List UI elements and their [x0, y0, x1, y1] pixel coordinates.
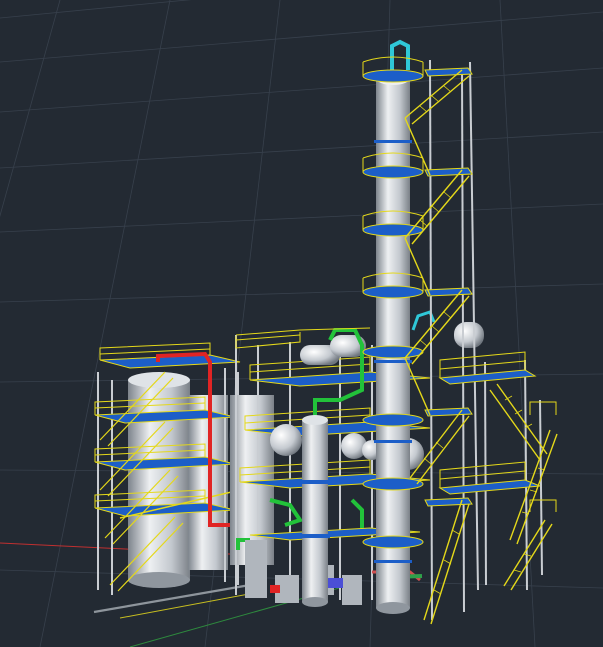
central-column: [302, 420, 328, 602]
plant-model-drawing[interactable]: [0, 0, 603, 647]
perspective-grid: [0, 0, 603, 647]
right-annex-structure: [438, 351, 558, 591]
model-viewport[interactable]: [0, 0, 603, 647]
central-structure: [230, 310, 484, 607]
sphere-vessel: [270, 424, 302, 456]
